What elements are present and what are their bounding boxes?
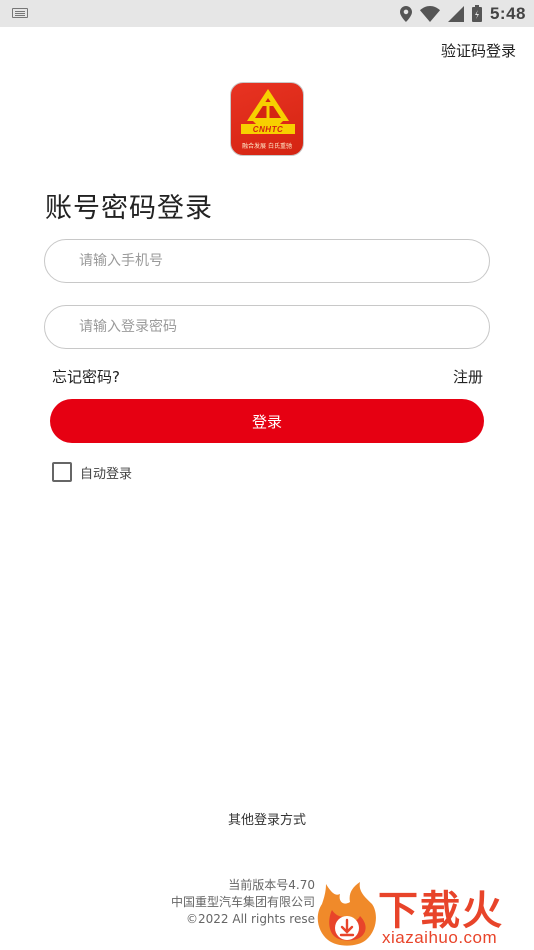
watermark-url: xiazaihuo.com: [382, 928, 498, 947]
svg-text:CNHTC: CNHTC: [253, 125, 284, 134]
other-login-link[interactable]: 其他登录方式: [0, 809, 534, 828]
footer: 当前版本号4.70 中国重型汽车集团有限公司 ©2022 All rights …: [0, 877, 315, 928]
login-button[interactable]: 登录: [50, 399, 484, 443]
flame-download-icon: [317, 882, 376, 946]
forgot-password-link[interactable]: 忘记密码?: [52, 366, 120, 387]
battery-icon: [471, 5, 482, 22]
status-bar: 5:48: [0, 0, 534, 27]
app-logo: CNHTC 融合发展 白氏重驰: [230, 82, 304, 156]
watermark: 下载火 xiazaihuo.com: [314, 876, 534, 950]
wifi-icon: [419, 5, 440, 22]
keyboard-icon: [12, 8, 28, 18]
signal-icon: [447, 5, 464, 22]
auto-login-row[interactable]: 自动登录: [52, 462, 132, 482]
sms-login-link[interactable]: 验证码登录: [441, 40, 516, 61]
company-text: 中国重型汽车集团有限公司: [170, 895, 315, 909]
logo-caption: 融合发展 白氏重驰: [242, 143, 292, 150]
auto-login-checkbox[interactable]: [52, 462, 72, 482]
auto-login-label: 自动登录: [80, 466, 133, 482]
phone-input-box: [44, 239, 490, 283]
register-link[interactable]: 注册: [453, 366, 483, 387]
password-input[interactable]: [79, 306, 459, 348]
version-text: 当前版本号4.70: [228, 878, 315, 892]
phone-input[interactable]: [79, 240, 459, 282]
location-icon: [399, 5, 412, 22]
page-title: 账号密码登录: [45, 193, 213, 224]
password-input-box: [44, 305, 490, 349]
status-time: 5:48: [489, 3, 526, 23]
copyright-text: ©2022 All rights rese: [186, 912, 315, 926]
status-icons: 5:48: [399, 3, 526, 24]
